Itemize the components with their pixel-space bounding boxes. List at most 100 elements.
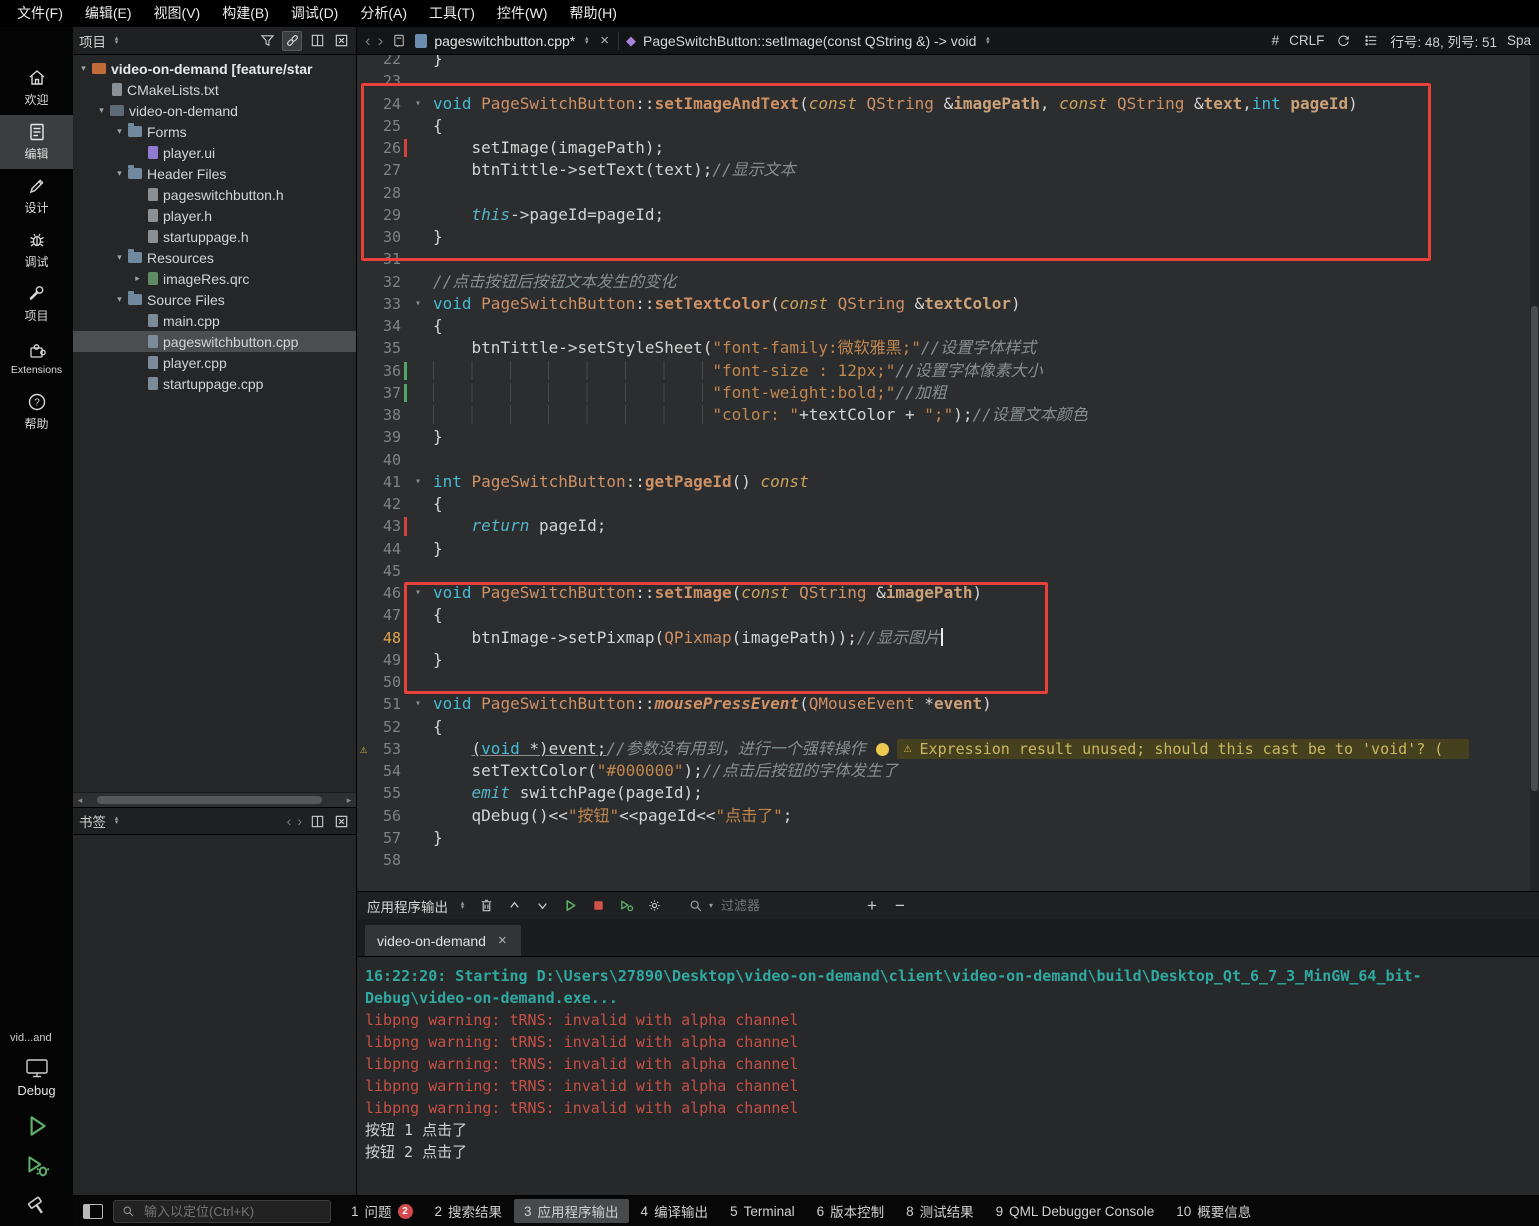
zoom-out-button[interactable]: − bbox=[891, 896, 909, 916]
scrollbar-thumb[interactable] bbox=[1531, 305, 1538, 791]
kit-selector[interactable]: Debug bbox=[7, 1052, 65, 1102]
output-text[interactable]: 16:22:20: Starting D:\Users\27890\Deskto… bbox=[357, 957, 1539, 1195]
next-bookmark-icon[interactable]: › bbox=[297, 813, 302, 829]
filter-input[interactable] bbox=[719, 897, 854, 914]
code-line[interactable]: 52 { bbox=[357, 716, 1539, 738]
close-pane-icon[interactable] bbox=[332, 32, 350, 50]
code-line[interactable]: 50 bbox=[357, 671, 1539, 693]
split-icon[interactable] bbox=[308, 812, 326, 830]
back-icon[interactable]: ‹ bbox=[365, 32, 371, 49]
tree-item[interactable]: ▸ imageRes.qrc bbox=[73, 268, 356, 289]
tree-item[interactable]: ▾ Source Files bbox=[73, 289, 356, 310]
code-line[interactable]: 22} bbox=[357, 55, 1539, 70]
menu-item[interactable]: 调试(D) bbox=[280, 0, 349, 27]
code-line[interactable]: 48 btnImage->setPixmap(QPixmap(imagePath… bbox=[357, 627, 1539, 649]
pane-button-9[interactable]: 9 QML Debugger Console bbox=[986, 1199, 1165, 1223]
tree-expander-icon[interactable]: ▾ bbox=[113, 252, 126, 263]
tree-item[interactable]: CMakeLists.txt bbox=[73, 79, 356, 100]
debug-run-button[interactable] bbox=[24, 1150, 50, 1182]
output-tab[interactable]: video-on-demand × bbox=[365, 925, 521, 956]
tree-item[interactable]: ▾ Header Files bbox=[73, 163, 356, 184]
code-line[interactable]: 40 bbox=[357, 449, 1539, 471]
fold-marker-icon[interactable]: ▾ bbox=[410, 93, 426, 115]
spaces-label[interactable]: Spa bbox=[1507, 33, 1531, 48]
code-line[interactable]: 25 { bbox=[357, 115, 1539, 137]
sync-with-editor-icon[interactable] bbox=[282, 30, 302, 51]
pane-button-8[interactable]: 8 测试结果 bbox=[896, 1199, 984, 1223]
code-line[interactable]: 57} bbox=[357, 827, 1539, 849]
run-icon[interactable] bbox=[561, 897, 579, 915]
code-line[interactable]: 29 this->pageId=pageId; bbox=[357, 204, 1539, 226]
code-line[interactable]: 38 "color: "+textColor + ";");//设置文本颜色 bbox=[357, 404, 1539, 426]
tree-expander-icon[interactable]: ▾ bbox=[77, 63, 90, 74]
code-line[interactable]: 56 qDebug()<<"按钮"<<pageId<<"点击了"; bbox=[357, 805, 1539, 827]
pane-button-2[interactable]: 2 搜索结果 bbox=[425, 1199, 513, 1223]
lightbulb-icon[interactable] bbox=[875, 742, 889, 756]
editor-vscrollbar[interactable] bbox=[1530, 55, 1539, 891]
symbol-selector[interactable]: PageSwitchButton::setImage(const QString… bbox=[643, 33, 976, 49]
menu-item[interactable]: 控件(W) bbox=[486, 0, 559, 27]
code-line[interactable]: 28 bbox=[357, 182, 1539, 204]
menu-item[interactable]: 文件(F) bbox=[6, 0, 74, 27]
filter-icon[interactable] bbox=[258, 32, 276, 50]
project-pane-title[interactable]: 项目 bbox=[79, 31, 106, 51]
stop-icon[interactable] bbox=[589, 897, 607, 915]
pane-button-10[interactable]: 10 概要信息 bbox=[1166, 1199, 1261, 1223]
close-pane-icon[interactable] bbox=[332, 812, 350, 830]
run-button[interactable] bbox=[24, 1110, 50, 1142]
menu-item[interactable]: 帮助(H) bbox=[558, 0, 627, 27]
mode-debug[interactable]: 调试 bbox=[0, 223, 73, 277]
tree-item[interactable]: ▾ video-on-demand [feature/star bbox=[73, 58, 356, 79]
code-editor[interactable]: 22} 23 24 ▾ void PageSwitchButton::setImageA… bbox=[357, 55, 1539, 891]
pane-button-5[interactable]: 5 Terminal bbox=[720, 1199, 805, 1223]
tree-item[interactable]: startuppage.h bbox=[73, 226, 356, 247]
tree-item[interactable]: player.h bbox=[73, 205, 356, 226]
pane-combo-icon[interactable] bbox=[458, 902, 467, 910]
debug-run-icon[interactable] bbox=[617, 897, 635, 915]
locator[interactable] bbox=[113, 1199, 331, 1223]
menu-item[interactable]: 编辑(E) bbox=[74, 0, 143, 27]
tree-expander-icon[interactable]: ▾ bbox=[95, 105, 108, 116]
code-line[interactable]: 27 btnTittle->setText(text);//显示文本 bbox=[357, 159, 1539, 181]
tree-expander-icon[interactable]: ▾ bbox=[113, 168, 126, 179]
pane-button-4[interactable]: 4 编译输出 bbox=[631, 1199, 719, 1223]
mode-welcome[interactable]: 欢迎 bbox=[0, 61, 73, 115]
code-line[interactable]: 42 { bbox=[357, 493, 1539, 515]
hash-button[interactable]: # bbox=[1272, 33, 1280, 48]
open-documents-icon[interactable] bbox=[390, 32, 408, 50]
code-line[interactable]: 26 setImage(imagePath); bbox=[357, 137, 1539, 159]
split-icon[interactable] bbox=[308, 32, 326, 50]
next-item-icon[interactable] bbox=[533, 897, 551, 915]
toggle-sidebar-icon[interactable] bbox=[83, 1203, 103, 1219]
tree-item[interactable]: ▾ video-on-demand bbox=[73, 100, 356, 121]
menu-item[interactable]: 分析(A) bbox=[349, 0, 418, 27]
code-line[interactable]: 54 setTextColor("#000000");//点击后按钮的字体发生了 bbox=[357, 760, 1539, 782]
output-pane-title[interactable]: 应用程序输出 bbox=[367, 896, 448, 916]
mode-edit[interactable]: 编辑 bbox=[0, 115, 73, 169]
locator-input[interactable] bbox=[142, 1202, 306, 1220]
tree-expander-icon[interactable]: ▸ bbox=[131, 273, 144, 284]
code-line[interactable]: 24 ▾ void PageSwitchButton::setImageAndTex… bbox=[357, 93, 1539, 115]
tree-item[interactable]: ▾ Resources bbox=[73, 247, 356, 268]
document-dropdown-icon[interactable] bbox=[582, 37, 591, 45]
pane-combo-icon[interactable] bbox=[112, 37, 121, 45]
code-line[interactable]: 36 "font-size : 12px;"//设置字体像素大小 bbox=[357, 360, 1539, 382]
code-line[interactable]: 35 btnTittle->setStyleSheet("font-family… bbox=[357, 337, 1539, 359]
pane-button-1[interactable]: 1 问题 2 bbox=[341, 1199, 423, 1223]
menu-item[interactable]: 工具(T) bbox=[418, 0, 486, 27]
cursor-position-label[interactable]: 行号: 48, 列号: 51 bbox=[1390, 31, 1497, 51]
tree-item[interactable]: ▾ Forms bbox=[73, 121, 356, 142]
sync-icon[interactable] bbox=[1334, 32, 1352, 50]
code-line[interactable]: 45 bbox=[357, 560, 1539, 582]
mode-projects[interactable]: 项目 bbox=[0, 277, 73, 331]
tree-item[interactable]: player.cpp bbox=[73, 352, 356, 373]
code-line[interactable]: 55 emit switchPage(pageId); bbox=[357, 782, 1539, 804]
code-line[interactable]: 43 return pageId; bbox=[357, 515, 1539, 537]
tree-item[interactable]: main.cpp bbox=[73, 310, 356, 331]
bookmarks-pane-title[interactable]: 书签 bbox=[79, 811, 106, 831]
scroll-right-icon[interactable]: ▸ bbox=[342, 795, 356, 806]
code-line[interactable]: 39} bbox=[357, 426, 1539, 448]
tree-expander-icon[interactable]: ▾ bbox=[113, 126, 126, 137]
code-line[interactable]: 47 { bbox=[357, 604, 1539, 626]
pane-combo-icon[interactable] bbox=[112, 817, 121, 825]
